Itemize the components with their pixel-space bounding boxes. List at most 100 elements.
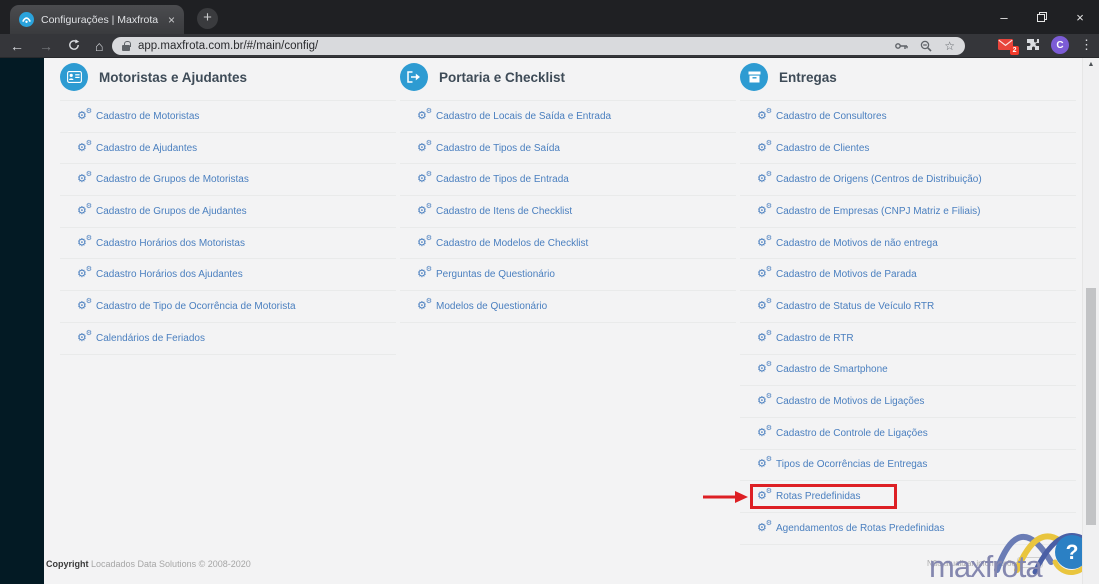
tab-close-icon[interactable]: × <box>168 13 175 27</box>
config-link-cadastro-de-locais-de-saida-e-entrada[interactable]: Cadastro de Locais de Saída e Entrada <box>400 101 736 133</box>
tab-title: Configurações | Maxfrota <box>41 13 159 26</box>
tab-strip: Configurações | Maxfrota × + – × <box>0 0 1099 34</box>
cogs-icon <box>757 266 772 280</box>
section-title: Entregas <box>779 69 837 85</box>
config-link-cadastro-de-motivos-de-parada[interactable]: Cadastro de Motivos de Parada <box>740 259 1076 292</box>
config-link-cadastro-de-rtr[interactable]: Cadastro de RTR <box>740 323 1076 355</box>
address-bar[interactable]: app.maxfrota.com.br/#/main/config/ ☆ <box>112 37 965 55</box>
extensions-puzzle-icon[interactable] <box>1026 38 1040 52</box>
section-title: Portaria e Checklist <box>439 69 566 85</box>
cogs-icon <box>757 393 772 407</box>
mail-badge: 2 <box>1010 46 1019 55</box>
browser-tab[interactable]: Configurações | Maxfrota × <box>10 5 184 34</box>
id-card-icon <box>60 63 88 91</box>
zoom-out-icon[interactable] <box>920 40 932 52</box>
url-text[interactable]: app.maxfrota.com.br/#/main/config/ <box>138 40 883 52</box>
back-button[interactable]: ← <box>10 39 24 53</box>
cogs-icon <box>757 330 772 344</box>
config-link-cadastro-de-tipo-de-ocorrencia-de-motorista[interactable]: Cadastro de Tipo de Ocorrência de Motori… <box>60 291 396 323</box>
new-tab-button[interactable]: + <box>197 8 218 29</box>
cogs-icon <box>757 108 772 122</box>
logo-text: maxfrota <box>929 549 1043 584</box>
cogs-icon <box>757 203 772 217</box>
config-link-tipos-de-ocorrencias-de-entregas[interactable]: Tipos de Ocorrências de Entregas <box>740 450 1076 482</box>
cogs-icon <box>757 425 772 439</box>
sign-out-icon <box>400 63 428 91</box>
cogs-icon <box>417 171 432 185</box>
column-motoristas-e-ajudantes: Motoristas e Ajudantes Cadastro de Motor… <box>60 60 396 355</box>
config-link-calendarios-de-feriados[interactable]: Calendários de Feriados <box>60 323 396 355</box>
cogs-icon <box>77 108 92 122</box>
config-link-cadastro-de-consultores[interactable]: Cadastro de Consultores <box>740 101 1076 133</box>
config-link-cadastro-de-motivos-de-nao-entrega[interactable]: Cadastro de Motivos de não entrega <box>740 228 1076 260</box>
config-link-modelos-de-questionario[interactable]: Modelos de Questionário <box>400 291 736 323</box>
scrollbar-thumb[interactable] <box>1086 288 1096 525</box>
cogs-icon <box>417 203 432 217</box>
config-link-cadastro-de-tipos-de-entrada[interactable]: Cadastro de Tipos de Entrada <box>400 164 736 197</box>
config-link-cadastro-de-tipos-de-saida[interactable]: Cadastro de Tipos de Saída <box>400 133 736 165</box>
home-button[interactable]: ⌂ <box>95 39 103 53</box>
browser-menu-icon[interactable]: ⋮ <box>1080 37 1093 53</box>
config-link-cadastro-de-itens-de-checklist[interactable]: Cadastro de Itens de Checklist <box>400 196 736 228</box>
config-link-cadastro-de-clientes[interactable]: Cadastro de Clientes <box>740 133 1076 165</box>
config-link-rotas-predefinidas[interactable]: Rotas Predefinidas <box>703 481 1076 513</box>
config-link-cadastro-de-ajudantes[interactable]: Cadastro de Ajudantes <box>60 133 396 165</box>
window-controls: – × <box>985 0 1099 34</box>
window-restore-button[interactable] <box>1023 0 1061 34</box>
cogs-icon <box>417 298 432 312</box>
window-minimize-button[interactable]: – <box>985 0 1023 34</box>
config-link-cadastro-de-status-de-veiculo-rtr[interactable]: Cadastro de Status de Veículo RTR <box>740 291 1076 323</box>
config-link-cadastro-de-controle-de-ligacoes[interactable]: Cadastro de Controle de Ligações <box>740 418 1076 450</box>
cogs-icon <box>77 203 92 217</box>
cogs-icon <box>77 235 92 249</box>
page-scrollbar[interactable]: ▲ <box>1082 58 1099 584</box>
cogs-icon <box>757 520 772 534</box>
help-button[interactable]: ? <box>1066 541 1079 564</box>
lock-icon <box>122 40 131 51</box>
cogs-icon <box>417 235 432 249</box>
annotation-arrow <box>702 490 748 504</box>
maxfrota-logo: Não atualizar informações ? maxfrota <box>905 518 1099 584</box>
column-entregas: Entregas Cadastro de ConsultoresCadastro… <box>703 60 1076 545</box>
cogs-icon <box>77 140 92 154</box>
config-link-cadastro-de-grupos-de-ajudantes[interactable]: Cadastro de Grupos de Ajudantes <box>60 196 396 228</box>
config-link-cadastro-de-origens-centros-de-distribuicao[interactable]: Cadastro de Origens (Centros de Distribu… <box>740 164 1076 197</box>
config-link-cadastro-de-empresas-cnpj-matriz-e-filiais[interactable]: Cadastro de Empresas (CNPJ Matriz e Fili… <box>740 196 1076 228</box>
section-title: Motoristas e Ajudantes <box>99 69 248 85</box>
cogs-icon <box>757 456 772 470</box>
copyright-text: Copyright Locadados Data Solutions © 200… <box>46 559 251 569</box>
cogs-icon <box>757 298 772 312</box>
maxfrota-favicon-icon <box>19 12 34 27</box>
forward-button[interactable]: → <box>39 39 53 53</box>
cogs-icon <box>417 140 432 154</box>
cogs-icon <box>77 171 92 185</box>
config-link-cadastro-de-smartphone[interactable]: Cadastro de Smartphone <box>740 355 1076 387</box>
profile-avatar[interactable]: C <box>1051 36 1069 54</box>
window-close-button[interactable]: × <box>1061 0 1099 34</box>
delivery-box-icon <box>740 63 768 91</box>
scroll-up-icon[interactable]: ▲ <box>1083 58 1099 68</box>
cogs-icon <box>757 140 772 154</box>
config-link-cadastro-de-modelos-de-checklist[interactable]: Cadastro de Modelos de Checklist <box>400 228 736 260</box>
column-portaria-e-checklist: Portaria e Checklist Cadastro de Locais … <box>400 60 736 323</box>
collapsed-sidebar[interactable] <box>0 58 44 584</box>
config-link-cadastro-de-motivos-de-ligacoes[interactable]: Cadastro de Motivos de Ligações <box>740 386 1076 418</box>
cogs-icon <box>757 488 772 502</box>
password-key-icon[interactable] <box>895 42 908 50</box>
cogs-icon <box>757 171 772 185</box>
browser-window: Configurações | Maxfrota × + – × ← → ⌂ a… <box>0 0 1099 584</box>
config-link-cadastro-horarios-dos-ajudantes[interactable]: Cadastro Horários dos Ajudantes <box>60 259 396 292</box>
config-link-perguntas-de-questionario[interactable]: Perguntas de Questionário <box>400 259 736 292</box>
config-link-cadastro-de-grupos-de-motoristas[interactable]: Cadastro de Grupos de Motoristas <box>60 164 396 197</box>
cogs-icon <box>77 330 92 344</box>
cogs-icon <box>417 266 432 280</box>
bookmark-star-icon[interactable]: ☆ <box>944 39 955 53</box>
mail-extension-icon[interactable]: 2 <box>998 38 1019 55</box>
cogs-icon <box>417 108 432 122</box>
config-link-cadastro-horarios-dos-motoristas[interactable]: Cadastro Horários dos Motoristas <box>60 228 396 260</box>
cogs-icon <box>757 361 772 375</box>
config-link-cadastro-de-motoristas[interactable]: Cadastro de Motoristas <box>60 101 396 133</box>
reload-button[interactable] <box>68 39 80 53</box>
cogs-icon <box>757 235 772 249</box>
cogs-icon <box>77 298 92 312</box>
